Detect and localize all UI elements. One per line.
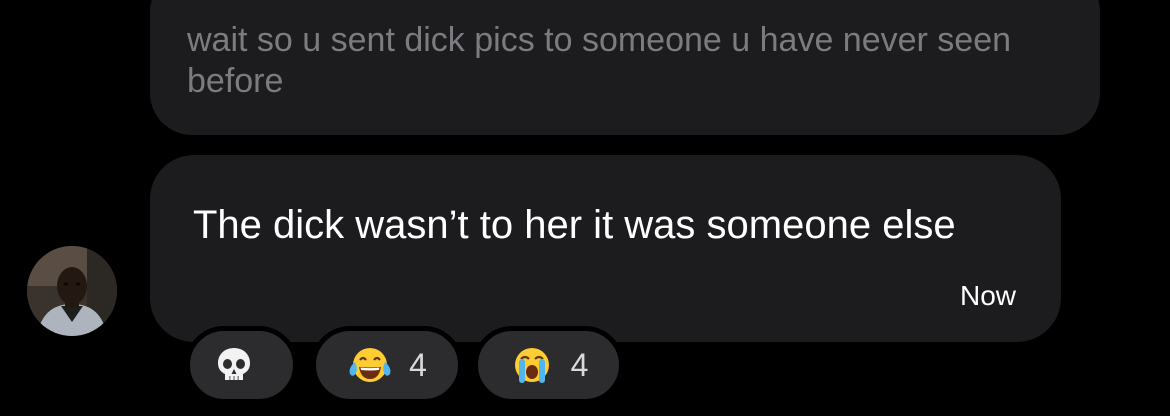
quoted-message-bubble[interactable]: wait so u sent dick pics to someone u ha… xyxy=(150,0,1100,135)
reaction-count: 4 xyxy=(409,346,427,383)
avatar-photo-icon xyxy=(27,246,117,336)
tears-of-joy-icon xyxy=(349,348,391,382)
avatar[interactable] xyxy=(27,246,117,336)
message-timestamp: Now xyxy=(959,280,1016,311)
quoted-message-text: wait so u sent dick pics to someone u ha… xyxy=(187,21,1012,100)
reaction-skull[interactable] xyxy=(185,326,298,404)
reaction-count: 4 xyxy=(570,346,589,383)
skull-icon xyxy=(217,348,250,380)
message-bubble[interactable]: The dick wasn’t to her it was someone el… xyxy=(150,155,1061,342)
loudly-crying-icon xyxy=(514,348,549,383)
message-text: The dick wasn’t to her it was someone el… xyxy=(193,203,956,247)
reaction-tears-of-joy[interactable]: 4 xyxy=(311,326,463,404)
reaction-loudly-crying[interactable]: 4 xyxy=(473,326,624,404)
